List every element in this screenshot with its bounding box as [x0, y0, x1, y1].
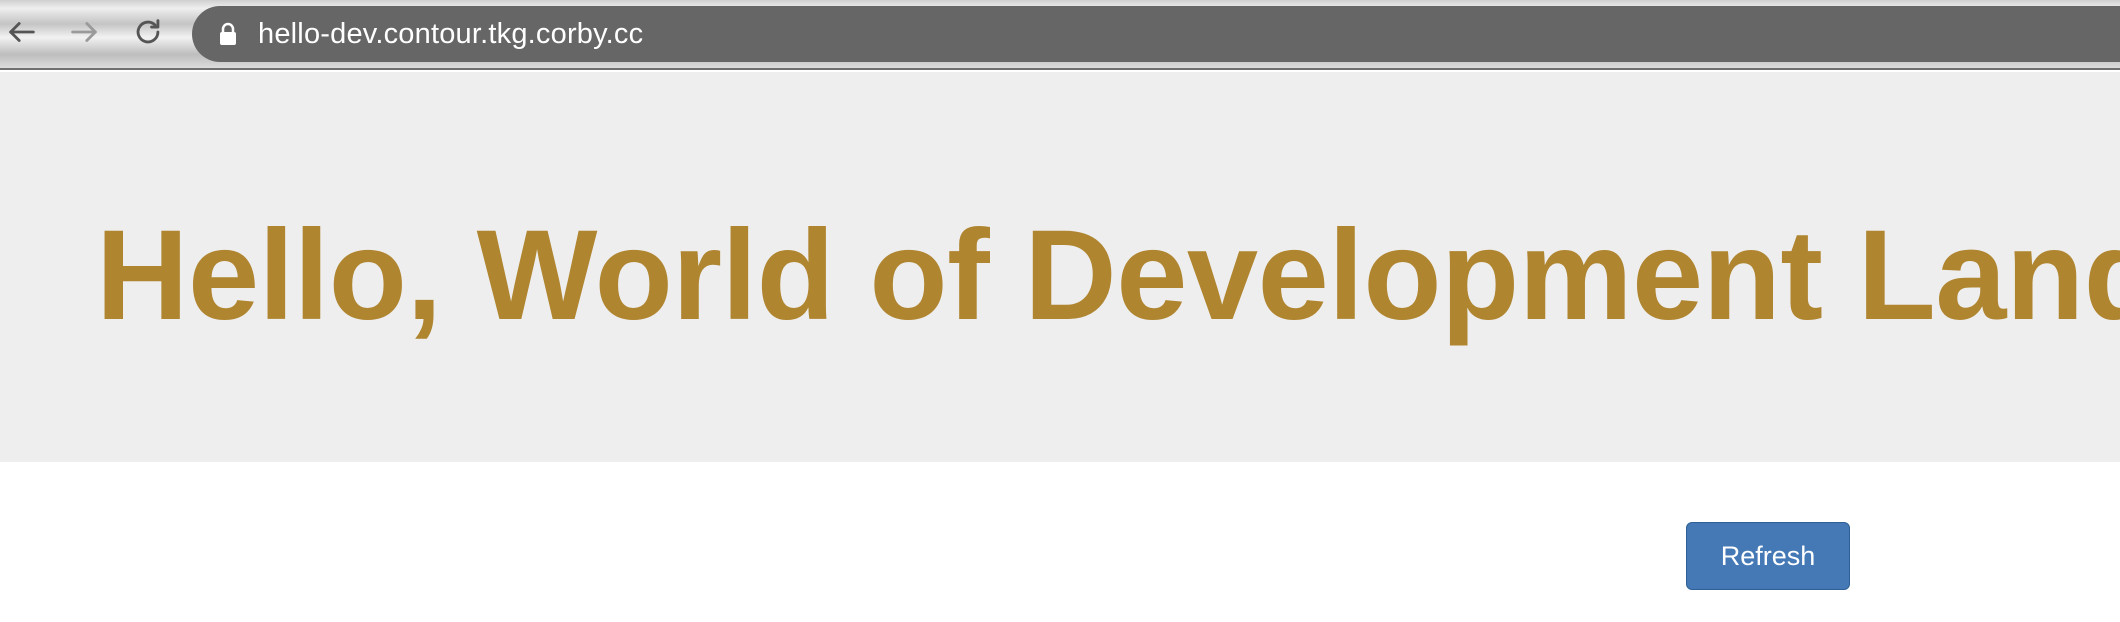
arrow-left-icon: [9, 22, 35, 42]
lock-icon: [218, 21, 240, 47]
back-button[interactable]: [2, 12, 42, 52]
url-text[interactable]: hello-dev.contour.tkg.corby.cc: [258, 18, 643, 51]
address-bar[interactable]: hello-dev.contour.tkg.corby.cc: [192, 6, 2120, 62]
hero-banner: Hello, World of Development Land: [0, 72, 2120, 462]
page-title: Hello, World of Development Land: [96, 204, 2120, 347]
reload-button[interactable]: [128, 12, 168, 52]
arrow-right-icon: [71, 22, 97, 42]
browser-toolbar: hello-dev.contour.tkg.corby.cc: [0, 0, 2120, 70]
refresh-button[interactable]: Refresh: [1686, 522, 1850, 590]
reload-icon: [136, 19, 160, 44]
forward-button[interactable]: [64, 12, 104, 52]
